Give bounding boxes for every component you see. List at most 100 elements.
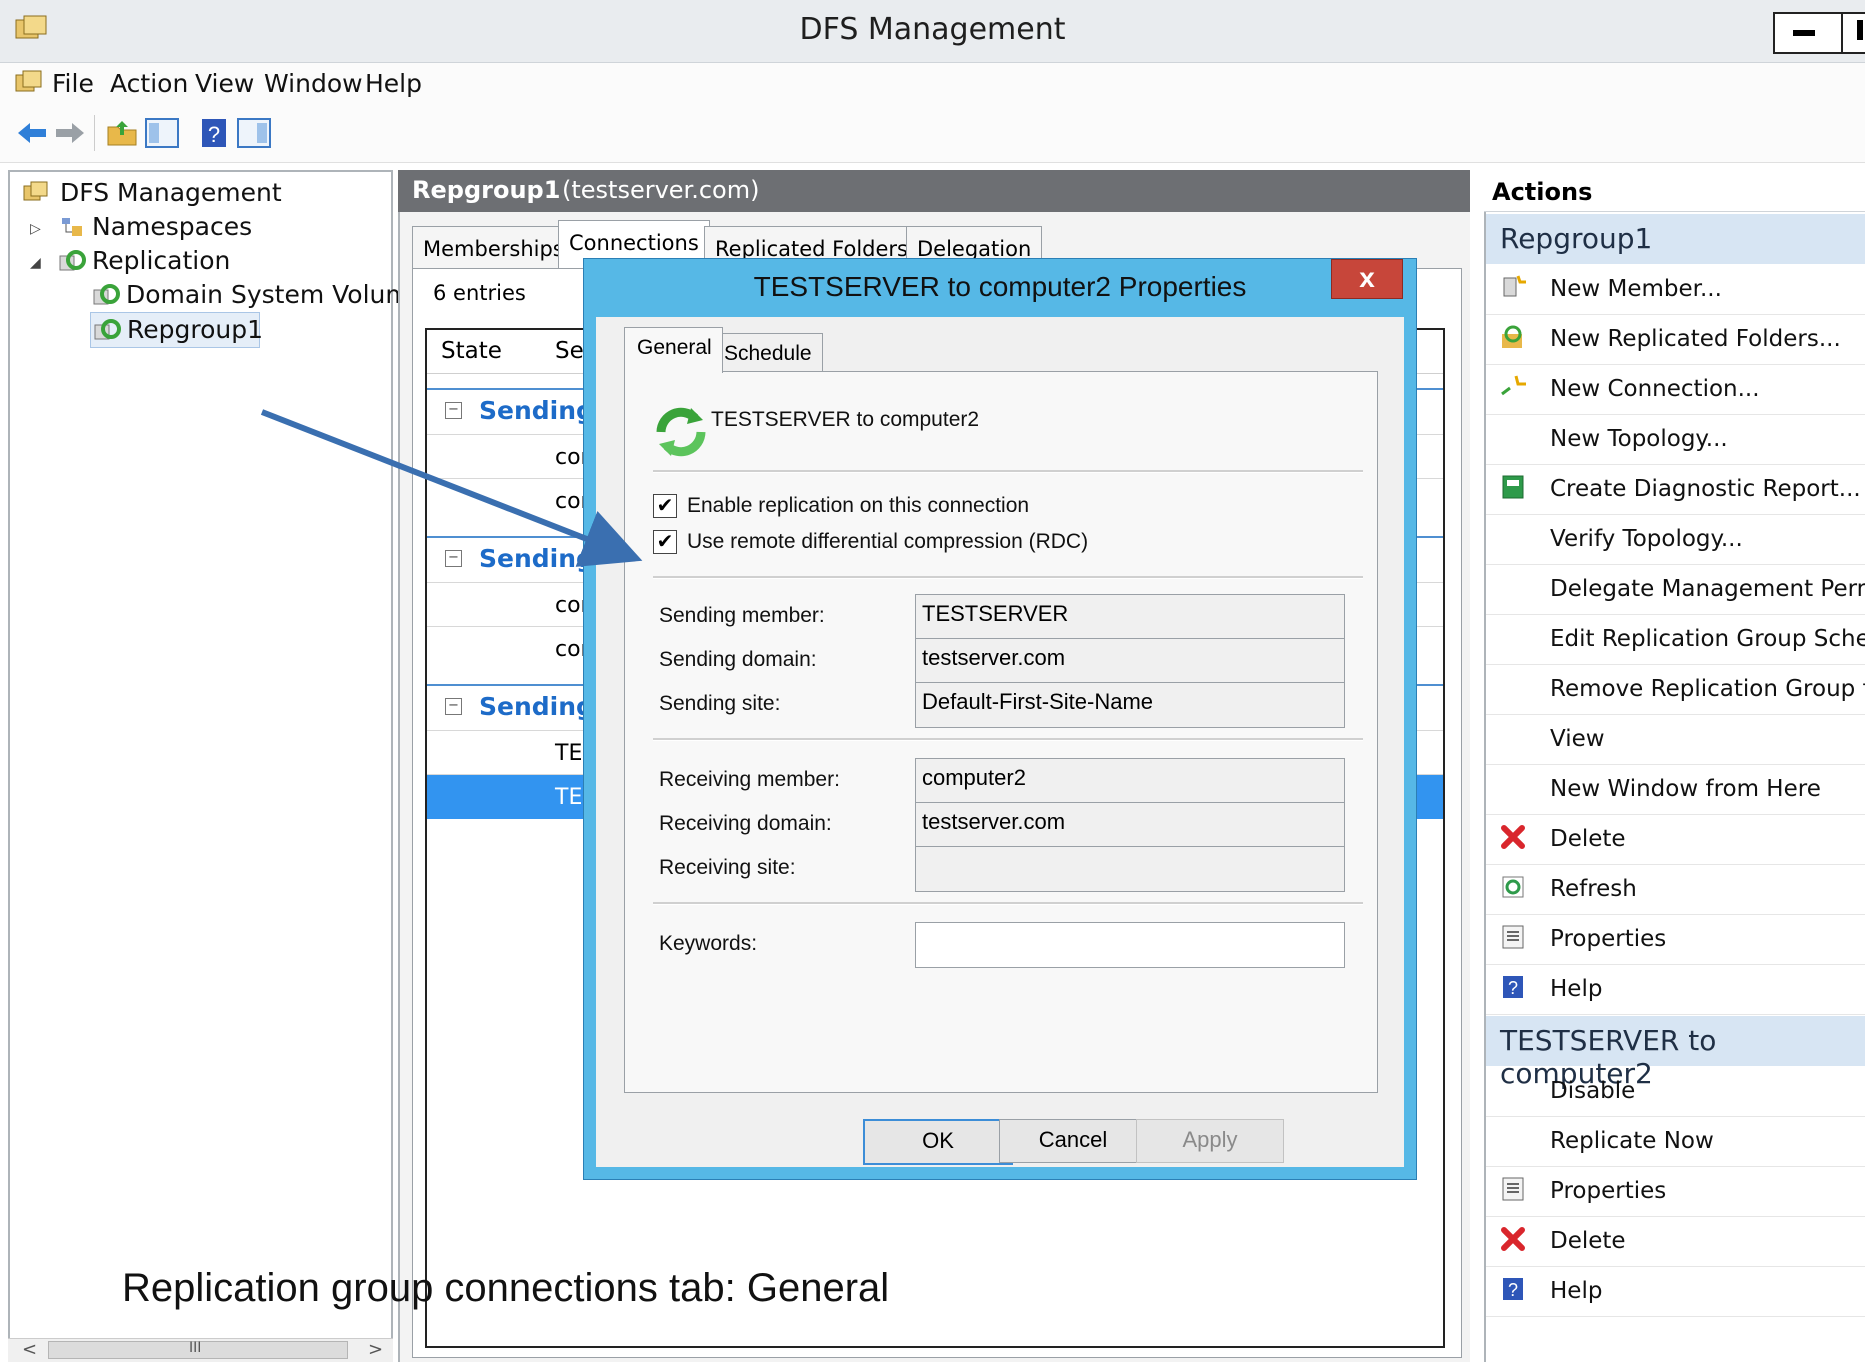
action-label: Edit Replication Group Schedu <box>1550 626 1865 652</box>
action-label: Properties <box>1550 1178 1667 1204</box>
enable-replication-checkbox[interactable]: ✔ <box>653 494 677 518</box>
menu-help[interactable]: Help <box>365 69 422 98</box>
action-disable[interactable]: Disable <box>1486 1066 1865 1117</box>
action-replicate-now[interactable]: Replicate Now <box>1486 1116 1865 1167</box>
toolbar-separator <box>94 115 95 151</box>
properties-dialog: TESTSERVER to computer2 Properties x Gen… <box>583 258 1417 1180</box>
tree-node-namespaces[interactable]: ▷ Namespaces <box>16 210 376 244</box>
tree-node-dfs-management[interactable]: DFS Management <box>16 176 376 210</box>
tree-node-domain-system-volume[interactable]: Domain System Volume <box>16 278 425 312</box>
keywords-input[interactable] <box>915 922 1345 968</box>
tree-node-replication[interactable]: ◢ Replication <box>16 244 376 278</box>
refresh-icon <box>1502 876 1524 898</box>
action-connection-properties[interactable]: Properties <box>1486 1166 1865 1217</box>
dialog-title-bar[interactable]: TESTSERVER to computer2 Properties x <box>584 259 1416 315</box>
dialog-title: TESTSERVER to computer2 Properties <box>753 271 1247 302</box>
action-create-diagnostic-report[interactable]: Create Diagnostic Report... <box>1486 464 1865 515</box>
action-properties[interactable]: Properties <box>1486 914 1865 965</box>
divider <box>653 902 1363 905</box>
actions-section-connection[interactable]: TESTSERVER to computer2 <box>1486 1016 1865 1090</box>
action-new-window-from-here[interactable]: New Window from Here <box>1486 764 1865 815</box>
window-title: DFS Management <box>799 12 1066 47</box>
ok-button[interactable]: OK <box>863 1119 1013 1165</box>
show-hide-action-pane-icon[interactable] <box>236 115 272 151</box>
action-new-topology[interactable]: New Topology... <box>1486 414 1865 465</box>
action-label: Remove Replication Group fro <box>1550 676 1865 702</box>
action-label: Refresh <box>1550 876 1637 902</box>
properties-icon <box>1502 925 1524 949</box>
scrollbar-thumb[interactable]: III <box>48 1340 348 1359</box>
action-verify-topology[interactable]: Verify Topology... <box>1486 514 1865 565</box>
svg-text:?: ? <box>1508 1280 1518 1300</box>
receiving-site-label: Receiving site: <box>659 856 796 879</box>
actions-section-repgroup1[interactable]: Repgroup1 <box>1486 214 1865 264</box>
sending-domain-field: testserver.com <box>915 638 1345 684</box>
receiving-member-label: Receiving member: <box>659 768 840 791</box>
menu-window[interactable]: Window <box>264 69 363 98</box>
column-header-sending[interactable]: Se <box>555 338 584 364</box>
divider <box>653 576 1363 579</box>
action-new-member[interactable]: New Member... <box>1486 264 1865 315</box>
tree-node-repgroup1[interactable]: Repgroup1 <box>90 312 264 348</box>
action-label: New Topology... <box>1550 426 1728 452</box>
cancel-button[interactable]: Cancel <box>999 1119 1147 1163</box>
rdc-label[interactable]: Use remote differential compression (RDC… <box>687 530 1088 554</box>
collapse-group-icon[interactable]: − <box>445 698 462 715</box>
forward-arrow-icon[interactable] <box>52 115 88 151</box>
help-icon: ? <box>1503 1278 1523 1300</box>
apply-button[interactable]: Apply <box>1136 1119 1284 1163</box>
show-hide-tree-icon[interactable] <box>144 115 180 151</box>
action-remove-replication-group[interactable]: Remove Replication Group fro <box>1486 664 1865 715</box>
action-view[interactable]: View <box>1486 714 1865 765</box>
replication-group-icon <box>94 319 121 340</box>
receiving-domain-label: Receiving domain: <box>659 812 832 835</box>
action-connection-delete[interactable]: Delete <box>1486 1216 1865 1267</box>
action-new-replicated-folders[interactable]: New Replicated Folders... <box>1486 314 1865 365</box>
action-edit-replication-group-schedule[interactable]: Edit Replication Group Schedu <box>1486 614 1865 665</box>
menu-action[interactable]: Action <box>110 69 188 98</box>
rdc-checkbox[interactable]: ✔ <box>653 530 677 554</box>
expand-arrow-icon[interactable]: ▷ <box>30 221 41 237</box>
action-label: Create Diagnostic Report... <box>1550 476 1861 502</box>
action-refresh[interactable]: Refresh <box>1486 864 1865 915</box>
tree-label: Repgroup1 <box>127 315 264 344</box>
action-new-connection[interactable]: New Connection... <box>1486 364 1865 415</box>
action-delegate-management-permissions[interactable]: Delegate Management Permis <box>1486 564 1865 615</box>
sending-member-label: Sending member: <box>659 604 825 627</box>
action-connection-help[interactable]: ? Help <box>1486 1266 1865 1317</box>
help-icon[interactable]: ? <box>196 115 232 151</box>
tree-label: Domain System Volume <box>126 280 426 309</box>
column-header-state[interactable]: State <box>441 338 502 364</box>
new-member-icon <box>1503 275 1526 297</box>
console-tree: DFS Management ▷ Namespaces ◢ Replicatio… <box>8 170 425 1362</box>
minimize-icon[interactable] <box>1793 30 1815 36</box>
maximize-icon[interactable] <box>1857 20 1863 40</box>
dfs-management-icon <box>23 181 48 201</box>
tree-horizontal-scrollbar[interactable]: < III > <box>8 1338 393 1362</box>
properties-icon <box>1502 1177 1524 1201</box>
tab-general[interactable]: General <box>624 327 723 373</box>
header-group-name: Repgroup1 <box>412 176 561 204</box>
scrollbar-grip: III <box>189 1340 202 1356</box>
up-folder-icon[interactable] <box>104 115 140 151</box>
replication-group-icon <box>93 284 120 305</box>
receiving-site-field <box>915 846 1345 892</box>
enable-replication-label[interactable]: Enable replication on this connection <box>687 494 1029 518</box>
connection-name: TESTSERVER to computer2 <box>711 408 980 431</box>
action-delete[interactable]: Delete <box>1486 814 1865 865</box>
back-arrow-icon[interactable] <box>14 115 50 151</box>
collapse-arrow-icon[interactable]: ◢ <box>30 255 41 271</box>
divider <box>653 470 1363 473</box>
close-button[interactable]: x <box>1331 259 1403 299</box>
tab-schedule[interactable]: Schedule <box>711 333 823 373</box>
header-domain: (testserver.com) <box>562 176 760 204</box>
mmc-menu-icon[interactable] <box>14 69 44 97</box>
scroll-left-icon[interactable]: < <box>22 1339 37 1360</box>
tree-label: DFS Management <box>60 178 282 207</box>
menu-view[interactable]: View <box>195 69 254 98</box>
scroll-right-icon[interactable]: > <box>368 1339 383 1360</box>
action-label: New Replicated Folders... <box>1550 326 1841 352</box>
menu-file[interactable]: File <box>52 69 94 98</box>
svg-text:?: ? <box>208 122 220 147</box>
action-help[interactable]: ? Help <box>1486 964 1865 1015</box>
